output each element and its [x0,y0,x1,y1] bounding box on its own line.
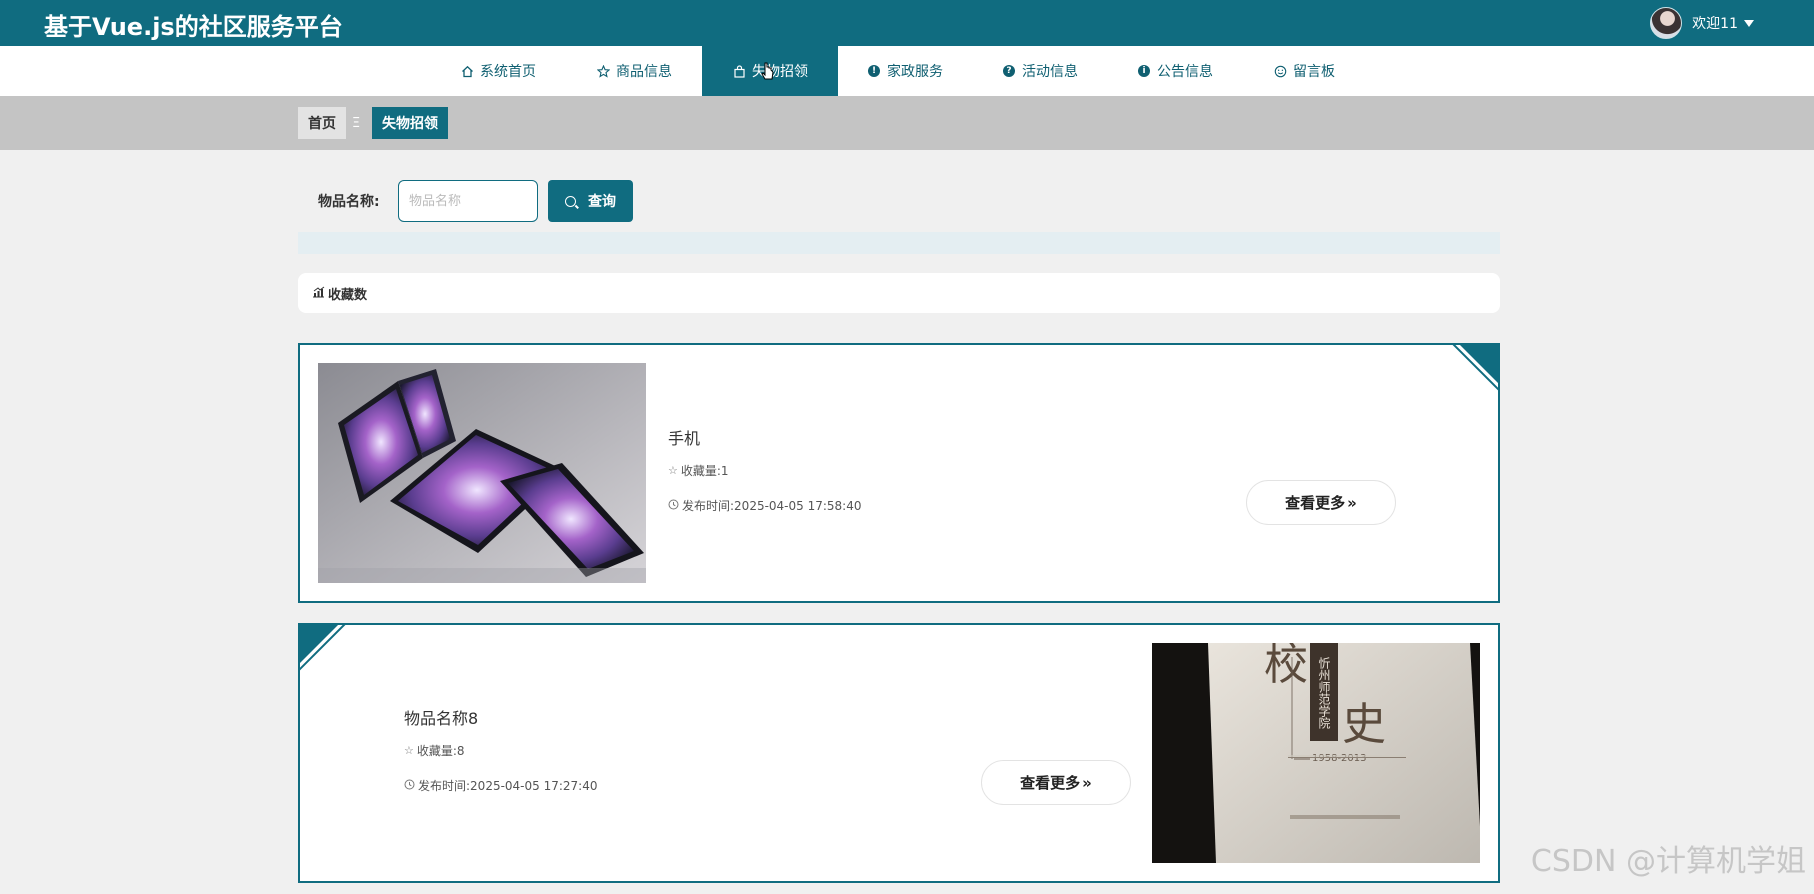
publish-time-value: 2025-04-05 17:27:40 [470,778,598,793]
favorite-value: 8 [456,743,465,758]
breadcrumb-current: 失物招领 [372,107,448,139]
breadcrumb-separator: Ξ [352,115,361,131]
item-image-book[interactable]: 校 忻州师范学院 史 1958-2013 [1152,643,1480,863]
breadcrumb: 首页 Ξ 失物招领 [0,96,1814,150]
nav-item-activities[interactable]: ? 活动信息 [973,46,1108,96]
favorite-value: 1 [720,463,729,478]
publish-time-value: 2025-04-05 17:58:40 [734,498,862,513]
corner-ribbon [300,625,346,671]
clock-icon [668,499,679,513]
clock-icon [404,779,415,793]
book-char-2: 史 [1342,699,1386,750]
caret-down-icon[interactable] [1744,19,1754,27]
search-button[interactable]: 查询 [548,180,633,222]
nav-item-label: 商品信息 [616,64,672,80]
exclamation-circle-icon: ! [868,65,880,77]
double-chevron-right-icon: » [1082,773,1092,792]
item-image-phones[interactable] [318,363,646,583]
watermark: CSDN @计算机学姐 [1530,844,1806,879]
site-title: 基于Vue.js的社区服务平台 [44,13,343,41]
top-header: 基于Vue.js的社区服务平台 欢迎11 [0,0,1814,46]
nav-item-announcements[interactable]: i 公告信息 [1108,46,1243,96]
info-circle-icon: i [1138,65,1150,77]
favorite-label: 收藏量: [680,464,721,478]
list-item[interactable]: 手机 ☆ 收藏量: 1 发布时间: 2025-04-05 17:58:40 查看… [298,343,1500,603]
bar-chart-icon [312,286,325,301]
book-vertical-text: 忻州师范学院 [1317,657,1331,729]
main-nav: 系统首页 商品信息 失物招领 ! 家政服务 ? 活动信息 i 公告信息 留言板 [0,46,1814,96]
favorite-count: ☆ 收藏量: 1 [668,462,729,479]
double-chevron-right-icon: » [1347,493,1357,512]
view-more-label: 查看更多 [1020,774,1081,792]
divider-strip [298,232,1500,254]
item-title[interactable]: 物品名称8 [404,705,478,729]
avatar[interactable] [1650,7,1683,39]
nav-item-label: 系统首页 [480,64,536,80]
home-icon [460,64,474,78]
list-item[interactable]: 物品名称8 ☆ 收藏量: 8 发布时间: 2025-04-05 17:27:40… [298,623,1500,883]
search-icon [565,195,576,207]
sort-by-favorites[interactable]: 收藏数 [328,284,367,303]
sort-bar: 收藏数 [298,273,1500,313]
smile-icon [1273,64,1287,78]
view-more-button[interactable]: 查看更多 » [1246,480,1396,525]
book-char-1: 校 [1264,643,1308,690]
mouse-cursor-icon [761,62,774,80]
search-button-label: 查询 [588,194,616,210]
star-icon: ☆ [404,744,414,757]
nav-item-message-board[interactable]: 留言板 [1243,46,1365,96]
nav-item-housekeeping[interactable]: ! 家政服务 [838,46,973,96]
breadcrumb-home[interactable]: 首页 [298,107,346,139]
publish-time: 发布时间: 2025-04-05 17:27:40 [404,777,598,794]
search-label: 物品名称: [318,194,380,210]
view-more-button[interactable]: 查看更多 » [981,760,1131,805]
nav-item-label: 公告信息 [1157,64,1213,80]
nav-item-label: 活动信息 [1022,64,1078,80]
nav-item-label: 留言板 [1293,64,1335,80]
corner-ribbon [1452,345,1498,391]
item-title[interactable]: 手机 [668,425,700,449]
nav-item-home[interactable]: 系统首页 [430,46,566,96]
publish-time: 发布时间: 2025-04-05 17:58:40 [668,497,862,514]
favorite-label: 收藏量: [416,744,457,758]
bag-icon [732,64,746,78]
publish-time-label: 发布时间: [418,779,471,793]
welcome-text[interactable]: 欢迎11 [1692,13,1738,33]
search-input[interactable] [398,180,538,222]
nav-item-goods[interactable]: 商品信息 [566,46,702,96]
publish-time-label: 发布时间: [682,499,735,513]
user-menu[interactable]: 欢迎11 [1650,5,1754,41]
question-circle-icon: ? [1003,65,1015,77]
view-more-label: 查看更多 [1285,494,1346,512]
star-icon [596,64,610,78]
book-years: 1958-2013 [1312,753,1367,764]
nav-item-label: 家政服务 [887,64,943,80]
star-icon: ☆ [668,464,678,477]
favorite-count: ☆ 收藏量: 8 [404,742,465,759]
